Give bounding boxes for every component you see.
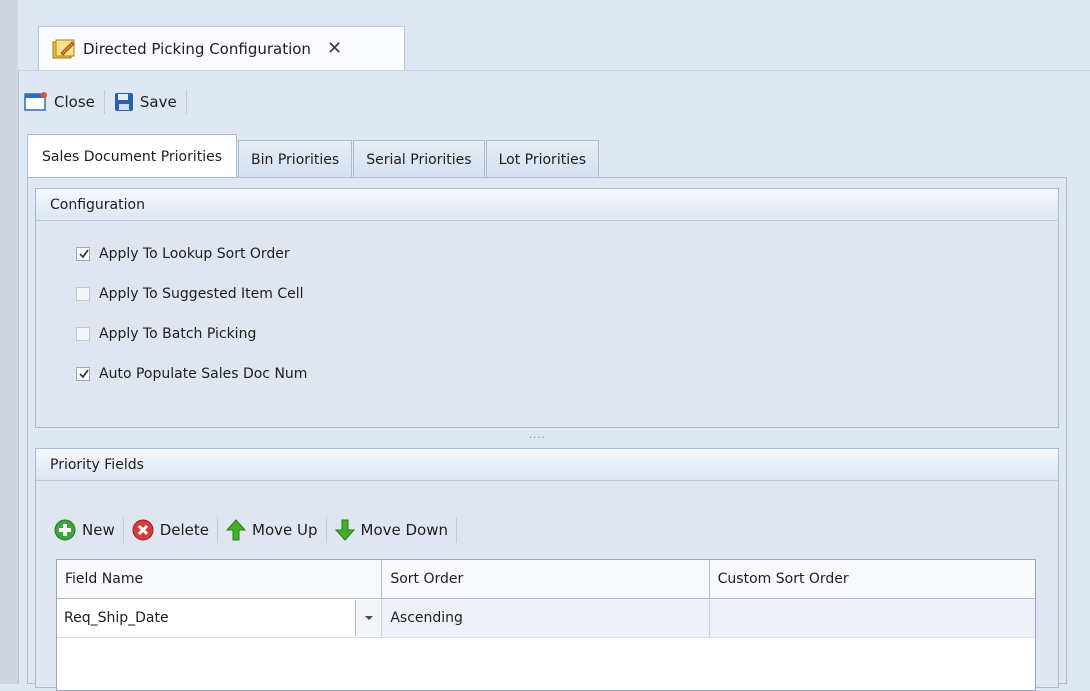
toolbar-separator bbox=[456, 517, 458, 543]
arrow-up-icon bbox=[226, 519, 247, 541]
toolbar-separator bbox=[217, 517, 219, 543]
toolbar-separator bbox=[103, 90, 105, 114]
toolbar-separator bbox=[122, 517, 124, 543]
configuration-group: Configuration Apply To Lookup Sort Order… bbox=[35, 188, 1059, 428]
toolbar-separator bbox=[185, 90, 187, 114]
close-button[interactable]: Close bbox=[24, 92, 95, 112]
option-label: Apply To Suggested Item Cell bbox=[99, 286, 304, 302]
document-tab-title: Directed Picking Configuration bbox=[83, 39, 311, 58]
save-button[interactable]: Save bbox=[114, 92, 177, 112]
new-button-label: New bbox=[82, 521, 115, 539]
move-down-button-label: Move Down bbox=[360, 521, 449, 539]
priority-fields-group-header: Priority Fields bbox=[36, 449, 1058, 481]
field-name-value[interactable]: Req_Ship_Date bbox=[57, 610, 355, 626]
delete-button[interactable]: Delete bbox=[132, 519, 209, 541]
delete-button-label: Delete bbox=[159, 521, 210, 539]
main-toolbar: Close Save bbox=[24, 84, 196, 120]
move-up-button-label: Move Up bbox=[252, 521, 318, 539]
priority-tabs: Sales Document Priorities Bin Priorities… bbox=[27, 134, 600, 178]
save-button-label: Save bbox=[139, 93, 177, 111]
priority-fields-group: Priority Fields New Delete Move Up Move … bbox=[35, 448, 1059, 691]
move-up-button[interactable]: Move Up bbox=[226, 519, 318, 541]
checkbox-auto-populate-sales-doc-num[interactable] bbox=[76, 367, 90, 381]
checkbox-apply-suggested-item-cell[interactable] bbox=[76, 287, 90, 301]
option-label: Auto Populate Sales Doc Num bbox=[99, 366, 308, 382]
option-label: Apply To Lookup Sort Order bbox=[99, 246, 290, 262]
field-name-dropdown-button[interactable] bbox=[355, 600, 382, 636]
left-edge-panel bbox=[0, 0, 19, 684]
toolbar-separator bbox=[325, 517, 327, 543]
notepad-icon bbox=[51, 37, 77, 61]
tab-bin-priorities[interactable]: Bin Priorities bbox=[238, 140, 353, 178]
checkbox-apply-lookup-sort-order[interactable] bbox=[76, 247, 90, 261]
priority-toolbar: New Delete Move Up Move Down bbox=[54, 515, 465, 545]
floppy-save-icon bbox=[114, 93, 133, 111]
close-tab-icon[interactable]: ✕ bbox=[327, 38, 342, 59]
checkmark-icon bbox=[79, 369, 89, 379]
table-row[interactable]: Req_Ship_Date Ascending bbox=[57, 599, 1035, 638]
tab-serial-priorities[interactable]: Serial Priorities bbox=[353, 140, 485, 178]
option-apply-lookup-sort-order[interactable]: Apply To Lookup Sort Order bbox=[76, 246, 290, 262]
arrow-down-icon bbox=[334, 519, 355, 541]
option-apply-batch-picking[interactable]: Apply To Batch Picking bbox=[76, 326, 256, 342]
document-tabstrip: Directed Picking Configuration ✕ bbox=[18, 0, 1090, 71]
configuration-group-header: Configuration bbox=[36, 189, 1058, 221]
priority-fields-grid: Field Name Sort Order Custom Sort Order … bbox=[56, 559, 1036, 691]
column-header-field-name[interactable]: Field Name bbox=[57, 560, 383, 598]
move-down-button[interactable]: Move Down bbox=[334, 519, 449, 541]
new-button[interactable]: New bbox=[54, 519, 115, 541]
checkbox-apply-batch-picking[interactable] bbox=[76, 327, 90, 341]
plus-circle-icon bbox=[54, 519, 76, 541]
delete-x-circle-icon bbox=[132, 519, 154, 541]
custom-sort-order-cell[interactable] bbox=[710, 599, 1035, 637]
option-apply-suggested-item-cell[interactable]: Apply To Suggested Item Cell bbox=[76, 286, 304, 302]
checkmark-icon bbox=[79, 249, 89, 259]
document-tab[interactable]: Directed Picking Configuration ✕ bbox=[38, 26, 405, 70]
tab-content: Configuration Apply To Lookup Sort Order… bbox=[27, 177, 1067, 691]
chevron-down-icon bbox=[364, 616, 373, 620]
column-header-sort-order[interactable]: Sort Order bbox=[382, 560, 710, 598]
field-name-editor[interactable]: Req_Ship_Date bbox=[57, 599, 383, 637]
column-header-custom-sort-order[interactable]: Custom Sort Order bbox=[710, 560, 1035, 598]
splitter-handle[interactable]: .... bbox=[529, 430, 546, 441]
tab-lot-priorities[interactable]: Lot Priorities bbox=[485, 140, 599, 178]
option-label: Apply To Batch Picking bbox=[99, 326, 257, 342]
sort-order-cell[interactable]: Ascending bbox=[382, 599, 710, 637]
grid-header-row: Field Name Sort Order Custom Sort Order bbox=[57, 560, 1035, 599]
option-auto-populate-sales-doc-num[interactable]: Auto Populate Sales Doc Num bbox=[76, 366, 307, 382]
tab-sales-document-priorities[interactable]: Sales Document Priorities bbox=[27, 134, 238, 178]
window-close-icon bbox=[24, 92, 47, 111]
close-button-label: Close bbox=[54, 93, 95, 111]
